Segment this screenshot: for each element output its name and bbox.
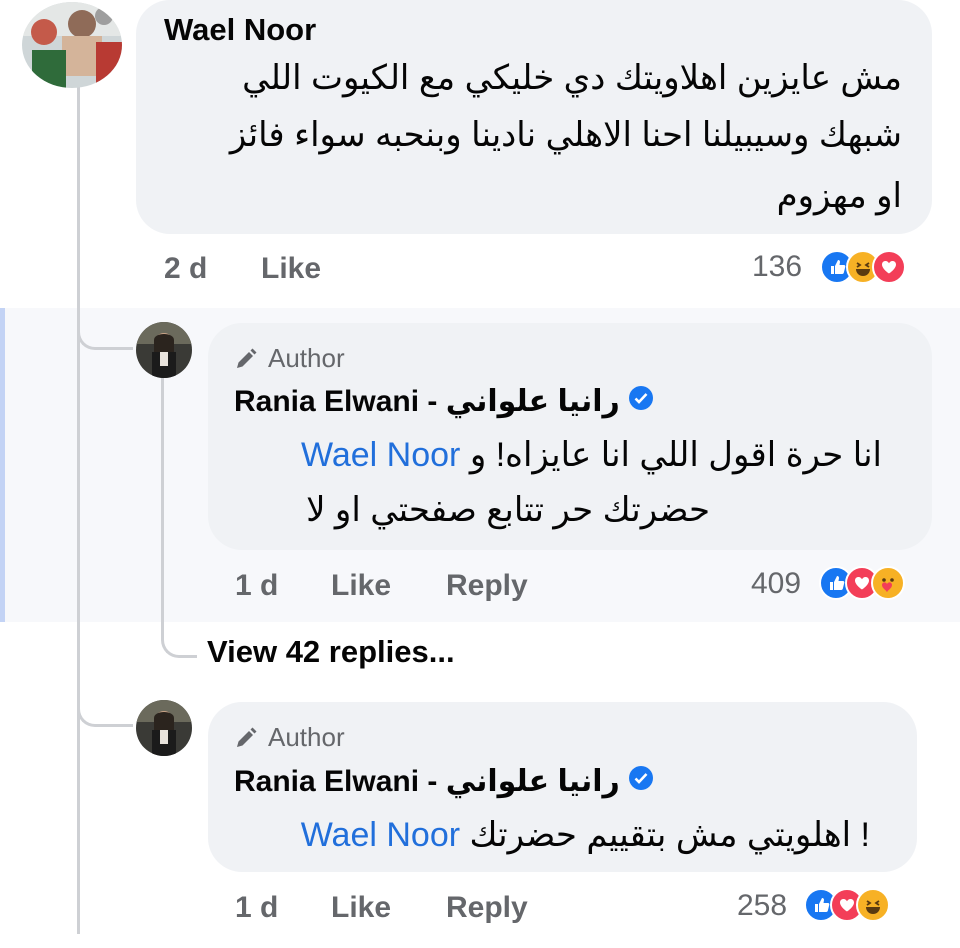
verified-badge-icon xyxy=(628,765,654,799)
reply1-text-line-1: انا حرة اقول اللي انا عايزاه! و Wael Noo… xyxy=(301,435,882,475)
pencil-icon xyxy=(237,348,257,368)
comment-text-line-1: مش عايزين اهلاويتك دي خليكي مع الكيوت ال… xyxy=(242,59,902,97)
thread-branch-reply1 xyxy=(77,330,133,350)
reply1-reaction-count[interactable]: 409 xyxy=(751,567,801,601)
author-badge-label: Author xyxy=(268,343,345,373)
reply2-reply-button[interactable]: Reply xyxy=(446,891,528,925)
thread-branch-view-replies xyxy=(161,628,197,658)
reply2-author-row: Rania Elwani - رانيا علواني xyxy=(234,764,654,799)
comment-timestamp[interactable]: 2 d xyxy=(164,252,207,286)
reply1-timestamp[interactable]: 1 d xyxy=(235,569,278,603)
care-icon xyxy=(871,566,905,600)
avatar-rania-elwani-1[interactable] xyxy=(136,322,192,378)
author-badge: Author xyxy=(234,343,345,374)
avatar-wael-noor[interactable] xyxy=(22,2,122,88)
reply1-mention-link[interactable]: Wael Noor xyxy=(301,436,460,474)
reply1-reply-button[interactable]: Reply xyxy=(446,569,528,603)
reply2-reaction-count[interactable]: 258 xyxy=(737,889,787,923)
thread-line-reply1 xyxy=(161,378,164,638)
reply1-author-name[interactable]: Rania Elwani - رانيا علواني xyxy=(234,384,620,419)
reply1-author-row: Rania Elwani - رانيا علواني xyxy=(234,384,654,419)
comment-text-line-3: او مهزوم xyxy=(776,177,902,215)
reply1-text: انا حرة اقول اللي انا عايزاه! و xyxy=(469,436,882,474)
highlighted-reply-marker xyxy=(0,308,5,622)
reply1-text-line-2: حضرتك حر تتابع صفحتي او لا xyxy=(306,491,710,529)
comment-text-line-2: شبهك وسيبيلنا احنا الاهلي نادينا وبنحبه … xyxy=(229,116,902,154)
avatar-rania-elwani-2[interactable] xyxy=(136,700,192,756)
reply2-reactions[interactable] xyxy=(804,888,890,922)
pencil-icon xyxy=(237,727,257,747)
reply2-author-name[interactable]: Rania Elwani - رانيا علواني xyxy=(234,764,620,799)
comment-like-button[interactable]: Like xyxy=(261,252,321,286)
reply2-text-line-1: ! اهلويتي مش بتقييم حضرتك Wael Noor xyxy=(301,815,870,855)
comment-reactions[interactable] xyxy=(820,250,906,284)
view-more-replies-link[interactable]: View 42 replies... xyxy=(207,634,455,670)
thread-branch-reply2 xyxy=(77,705,133,727)
reply2-text: ! اهلويتي مش بتقييم حضرتك xyxy=(469,816,871,854)
haha-icon xyxy=(856,888,890,922)
love-icon xyxy=(872,250,906,284)
reply2-mention-link[interactable]: Wael Noor xyxy=(301,816,460,854)
reply1-reactions[interactable] xyxy=(819,566,905,600)
comment-reaction-count[interactable]: 136 xyxy=(752,250,802,284)
thread-line-main xyxy=(77,84,80,934)
author-badge: Author xyxy=(234,722,345,753)
verified-badge-icon xyxy=(628,385,654,419)
author-badge-label: Author xyxy=(268,722,345,752)
comment-author-name[interactable]: Wael Noor xyxy=(164,12,316,48)
reply2-timestamp[interactable]: 1 d xyxy=(235,891,278,925)
reply2-like-button[interactable]: Like xyxy=(331,891,391,925)
reply1-like-button[interactable]: Like xyxy=(331,569,391,603)
